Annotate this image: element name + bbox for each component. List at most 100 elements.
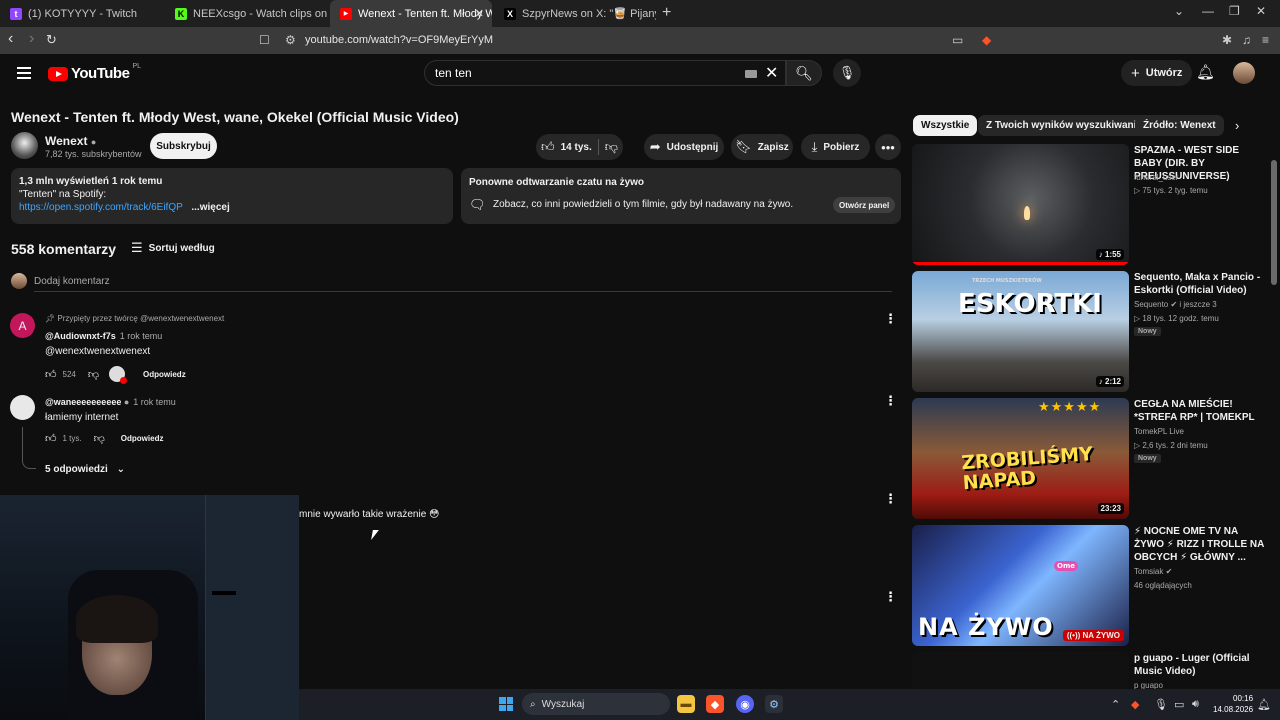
tray-chevron-up-icon[interactable]: ⌃ xyxy=(1111,698,1120,711)
menu-icon[interactable]: ≡ xyxy=(1262,33,1269,47)
comment-menu-icon[interactable]: ⋮ xyxy=(884,311,897,327)
create-label: Utwórz xyxy=(1145,67,1183,79)
channel-name[interactable]: Wenext ● xyxy=(45,134,96,148)
tab-list-icon[interactable]: ⌄ xyxy=(1174,4,1184,18)
network-icon[interactable]: ▭ xyxy=(1174,698,1184,711)
steam-icon[interactable]: ⚙ xyxy=(765,695,783,713)
rec-title[interactable]: CEGŁA NA MIEŚCIE! *STREFA RP* | TOMEKPL xyxy=(1134,398,1266,424)
discord-icon[interactable]: ◉ xyxy=(736,695,754,713)
search-input[interactable] xyxy=(435,66,715,80)
browser-tab-kick[interactable]: K NEEXcsgo - Watch clips on Kick xyxy=(165,0,330,27)
stars-icon: ★★★★★ xyxy=(1038,400,1102,415)
rec-title[interactable]: Sequento, Maka x Pancio - Eskortki (Offi… xyxy=(1134,271,1266,297)
comment-menu-icon[interactable]: ⋮ xyxy=(884,491,897,507)
clear-search-icon[interactable]: ✕ xyxy=(765,63,778,83)
like-count[interactable]: 14 tys. xyxy=(561,142,592,153)
rec-channel[interactable]: Sequento ✔ i jeszcze 3 xyxy=(1134,300,1217,309)
microphone-tray-icon[interactable]: 🎙︎ xyxy=(1154,698,1168,711)
close-window-icon[interactable]: ✕ xyxy=(1256,4,1266,18)
dislike-icon[interactable]: 👎︎ xyxy=(605,139,618,155)
volume-icon[interactable]: 🔊︎ xyxy=(1192,698,1199,711)
tray-app-icon[interactable]: ◆ xyxy=(1131,698,1139,711)
media-icon[interactable]: ♫ xyxy=(1242,33,1251,47)
back-icon[interactable]: ‹ xyxy=(8,30,13,48)
brave-shield-icon[interactable]: ◆ xyxy=(982,33,991,47)
view-replies-button[interactable]: 5 odpowiedzi ⌄ xyxy=(45,464,125,475)
bookmark-icon[interactable]: ☐ xyxy=(259,33,270,47)
open-panel-button[interactable]: Otwórz panel xyxy=(833,197,896,213)
candle-flame xyxy=(1024,206,1030,220)
hamburger-menu-icon[interactable] xyxy=(17,67,31,79)
rec-channel[interactable]: Tomsiak ✔ xyxy=(1134,567,1172,576)
file-explorer-icon[interactable]: ▬ xyxy=(677,695,695,713)
save-button[interactable]: 🔖︎ Zapisz xyxy=(731,134,793,160)
brave-browser-icon[interactable]: ◆ xyxy=(706,695,724,713)
rec-thumbnail[interactable] xyxy=(912,652,1129,689)
forward-icon[interactable]: › xyxy=(29,30,34,48)
voice-search-button[interactable]: 🎙︎ xyxy=(833,59,861,87)
search-button[interactable]: 🔍︎ xyxy=(786,60,822,86)
spotify-link[interactable]: https://open.spotify.com/track/6EifQP xyxy=(19,202,183,213)
add-comment-input[interactable]: Dodaj komentarz xyxy=(34,276,110,287)
create-button[interactable]: + Utwórz xyxy=(1121,60,1193,86)
reload-icon[interactable]: ↻ xyxy=(46,32,57,48)
like-icon[interactable]: 👍︎ xyxy=(541,139,555,155)
comment-menu-icon[interactable]: ⋮ xyxy=(884,393,897,409)
site-info-icon[interactable]: ⚙ xyxy=(285,33,296,47)
sort-button[interactable]: ☰ Sortuj według xyxy=(131,240,215,256)
url-field[interactable]: youtube.com/watch?v=OF9MeyErYyM xyxy=(305,34,493,46)
youtube-logo[interactable]: YouTube PL xyxy=(48,63,141,82)
comment-author[interactable]: @Audiownxt-f7s 1 rok temu xyxy=(45,331,162,341)
browser-tab-x[interactable]: X SzpyrNews on X: "🥃 Pijany Szeliga o xyxy=(494,0,656,27)
rec-thumbnail[interactable]: ★★★★★ ZROBILIŚMY NAPAD 23:23 xyxy=(912,398,1129,519)
notifications-bell-icon[interactable]: 🔔︎ xyxy=(1196,63,1215,81)
chip-from-search[interactable]: Z Twoich wyników wyszukiwania xyxy=(978,115,1150,136)
keyboard-icon[interactable] xyxy=(745,70,757,78)
dislike-icon[interactable]: 👎︎ xyxy=(94,432,105,445)
chat-replay-text: Zobacz, co inni powiedzieli o tym filmie… xyxy=(493,199,794,210)
windows-start-icon[interactable] xyxy=(499,697,513,711)
chevron-right-icon[interactable]: › xyxy=(1235,118,1239,133)
extensions-icon[interactable]: ✱ xyxy=(1222,33,1232,47)
account-avatar[interactable] xyxy=(1233,62,1255,84)
comment-menu-icon[interactable]: ⋮ xyxy=(884,589,897,605)
rec-thumbnail[interactable]: TRZECH MUSZKIETERÓW ESKORTKI ♪ 2:12 xyxy=(912,271,1129,392)
show-more-link[interactable]: ...więcej xyxy=(191,202,229,213)
rec-thumbnail[interactable]: Ome NA ŻYWO ((•)) NA ŻYWO xyxy=(912,525,1129,646)
reply-button[interactable]: Odpowiedz xyxy=(121,434,164,443)
rec-thumbnail[interactable]: ♪ 1:55 xyxy=(912,144,1129,265)
sort-icon: ☰ xyxy=(131,240,143,255)
comment-author[interactable]: @waneeeeeeeeee ● 1 rok temu xyxy=(45,397,176,407)
rec-title[interactable]: p guapo - Luger (Official Music Video) xyxy=(1134,652,1266,678)
like-icon[interactable]: 👍︎ xyxy=(45,368,57,381)
more-actions-button[interactable]: ••• xyxy=(875,134,901,160)
download-button[interactable]: ⤓ Pobierz xyxy=(801,134,870,160)
notification-center-icon[interactable]: 🔔︎ xyxy=(1257,698,1271,711)
share-button[interactable]: ➦ Udostępnij xyxy=(644,134,724,160)
subscribe-button[interactable]: Subskrybuj xyxy=(150,133,217,159)
comment-avatar[interactable]: A xyxy=(10,313,35,338)
cast-icon[interactable]: ▭ xyxy=(952,33,963,47)
rec-title[interactable]: ⚡ NOCNE OME TV NA ŻYWO ⚡ RIZZ I TROLLE N… xyxy=(1134,525,1266,564)
system-clock[interactable]: 00:16 14.08.2026 xyxy=(1213,693,1253,715)
page-scrollbar[interactable] xyxy=(1271,160,1277,285)
like-icon[interactable]: 👍︎ xyxy=(45,432,57,445)
reply-button[interactable]: Odpowiedz xyxy=(143,370,186,379)
comment-avatar[interactable] xyxy=(10,395,35,420)
dislike-icon[interactable]: 👎︎ xyxy=(88,368,99,381)
taskbar-search[interactable]: ⌕ Wyszukaj xyxy=(522,693,670,715)
maximize-icon[interactable]: ❐ xyxy=(1229,4,1240,18)
browser-tab-twitch[interactable]: t (1) KOTYYYY - Twitch xyxy=(0,0,165,27)
chip-source[interactable]: Źródło: Wenext xyxy=(1135,115,1224,136)
channel-avatar[interactable] xyxy=(11,132,38,159)
close-tab-icon[interactable]: ✕ xyxy=(475,7,484,20)
chip-all[interactable]: Wszystkie xyxy=(913,115,978,136)
webcam-background-door xyxy=(205,495,299,720)
new-tab-button[interactable]: + xyxy=(662,4,671,22)
rec-channel[interactable]: TomekPL Live xyxy=(1134,427,1184,436)
rec-channel[interactable]: funeral_user xyxy=(1134,173,1178,182)
video-description[interactable]: 1,3 mln wyświetleń 1 rok temu "Tenten" n… xyxy=(11,168,453,224)
browser-tab-youtube[interactable]: ▶ Wenext - Tenten ft. Młody We ✕ xyxy=(330,0,492,27)
minimize-icon[interactable]: — xyxy=(1202,4,1214,18)
search-icon: 🔍︎ xyxy=(795,64,813,81)
